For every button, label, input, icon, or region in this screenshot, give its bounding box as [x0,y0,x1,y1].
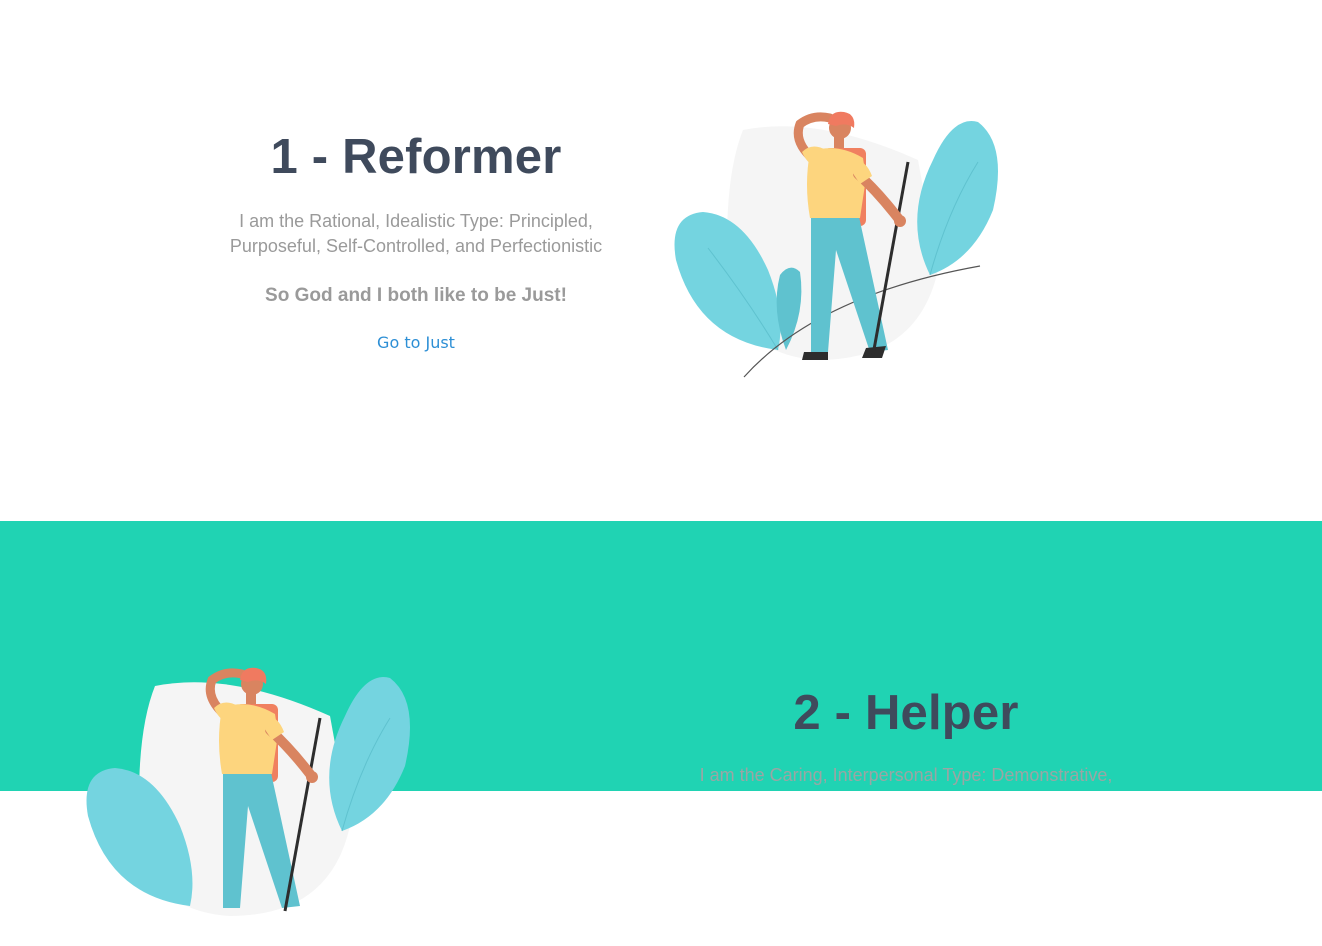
helper-text-block: 2 - Helper I am the Caring, Interpersona… [656,684,1156,788]
helper-title: 2 - Helper [793,686,1019,740]
hiker-illustration-icon [674,111,998,378]
reformer-tagline: So God and I both like to be Just! [265,285,567,306]
helper-description: I am the Caring, Interpersonal Type: Dem… [656,763,1156,788]
reformer-text-block: 1 - Reformer I am the Rational, Idealist… [196,128,636,354]
helper-description-line-1: I am the Caring, Interpersonal Type: Dem… [699,765,1113,785]
reformer-description-line-1: I am the Rational, Idealistic Type: Prin… [239,211,593,231]
hiker-illustration-icon [86,667,410,916]
reformer-description: I am the Rational, Idealistic Type: Prin… [196,209,636,259]
go-to-just-link[interactable]: Go to Just [377,332,455,354]
reformer-title: 1 - Reformer [270,130,562,184]
reformer-description-line-2: Purposeful, Self-Controlled, and Perfect… [229,236,603,256]
